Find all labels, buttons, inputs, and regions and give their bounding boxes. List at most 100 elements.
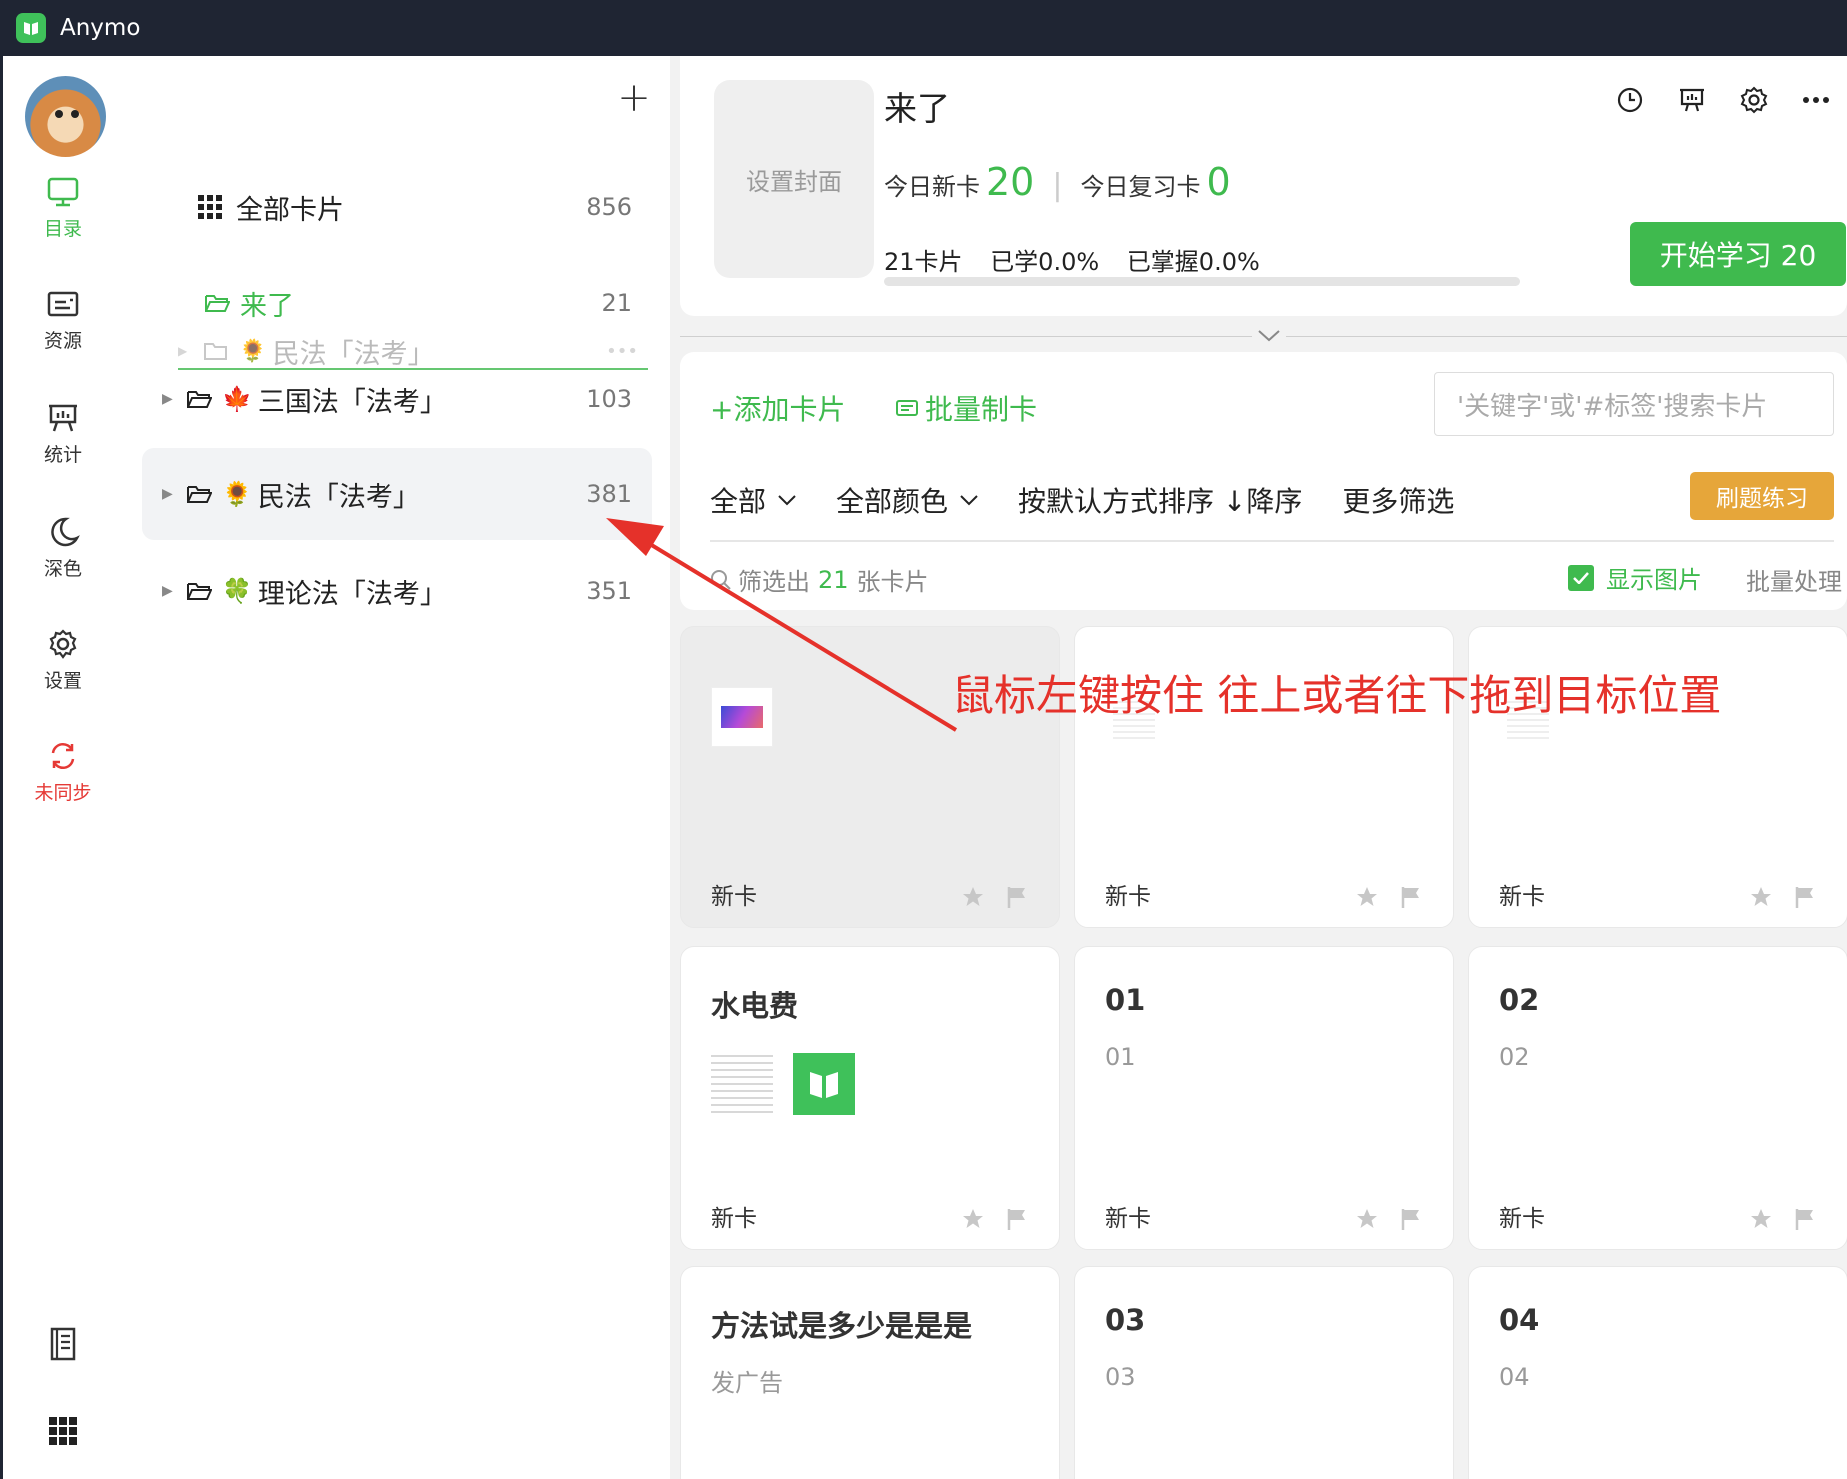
checkbox-checked-icon — [1568, 564, 1594, 591]
caret-right-icon[interactable]: ▶ — [142, 583, 173, 599]
collapse-toggle[interactable] — [1252, 324, 1286, 348]
card-stack-icon — [896, 400, 918, 416]
resource-card-icon — [47, 291, 79, 317]
more-dots-icon — [1803, 97, 1829, 103]
rail-label-settings: 设置 — [43, 670, 82, 692]
rail-item-sync[interactable]: 未同步 — [3, 740, 123, 805]
folder-icon — [186, 483, 212, 505]
plus-icon: + — [710, 393, 734, 426]
rail-item-notebook[interactable] — [3, 1326, 123, 1368]
star-icon[interactable] — [961, 1207, 985, 1231]
rail-item-apps[interactable] — [3, 1414, 123, 1454]
notebook-icon — [50, 1327, 76, 1361]
stats-button[interactable] — [1661, 78, 1723, 122]
folder-item-selected[interactable]: ▶ 🌻 民法「法考」 381 — [142, 448, 652, 540]
new-today-count: 20 — [986, 160, 1035, 204]
filter-row: 全部 全部颜色 按默认方式排序 ↓降序 更多筛选 — [710, 480, 1494, 520]
folder-label: 来了 — [240, 290, 294, 322]
card-item[interactable]: 04 04 — [1468, 1266, 1847, 1479]
search-input[interactable]: '关键字'或'#标签'搜索卡片 — [1434, 372, 1834, 436]
title-bar: Anymo — [0, 0, 1847, 56]
avatar[interactable] — [25, 76, 106, 157]
more-filters-label: 更多筛选 — [1342, 485, 1455, 518]
set-cover-button[interactable]: 设置封面 — [714, 80, 874, 278]
add-folder-button[interactable]: + — [614, 78, 654, 120]
app-title: Anymo — [60, 15, 141, 41]
add-card-button[interactable]: +添加卡片 — [710, 388, 845, 428]
batch-create-button[interactable]: 批量制卡 — [895, 388, 1037, 428]
card-title: 水电费 — [711, 989, 799, 1023]
caret-right-icon[interactable]: ▶ — [142, 391, 173, 407]
more-button[interactable] — [1785, 78, 1847, 122]
rail-item-catalog[interactable]: 目录 — [3, 176, 123, 241]
show-images-toggle[interactable]: 显示图片 — [1568, 560, 1702, 595]
card-title: 03 — [1105, 1303, 1146, 1337]
card-item[interactable]: 03 03 — [1074, 1266, 1454, 1479]
caret-right-icon[interactable]: ▶ — [142, 486, 173, 502]
card-title: 01 — [1105, 983, 1146, 1017]
search-icon — [711, 569, 731, 590]
start-learning-button[interactable]: 开始学习 20 — [1630, 222, 1846, 286]
practice-button[interactable]: 刷题练习 — [1690, 472, 1834, 520]
review-today-count: 0 — [1206, 160, 1231, 204]
folder-all-cards[interactable]: 全部卡片 856 — [142, 164, 652, 250]
folder-emoji: 🌻 — [222, 480, 252, 508]
rail-label-resources: 资源 — [43, 330, 82, 352]
folder-item[interactable]: ▶ 🍁 三国法「法考」 103 — [142, 356, 652, 442]
filter-color-label: 全部颜色 — [836, 485, 949, 518]
history-button[interactable] — [1599, 78, 1661, 122]
folder-item[interactable]: ▶ 🍀 理论法「法考」 351 — [142, 548, 652, 634]
flag-icon[interactable] — [1793, 1207, 1817, 1231]
card-actions — [1355, 1207, 1423, 1231]
rail-item-settings[interactable]: 设置 — [3, 628, 123, 693]
progress-summary: 21卡片 已学0.0% 已掌握0.0% — [884, 242, 1280, 277]
folder-panel: + 全部卡片 856 来了 21 ▶ 🌻 民法「法考」 ••• ▶ 🍁 三国法「… — [126, 56, 670, 1479]
rail-item-dark-mode[interactable]: 深色 — [3, 516, 123, 581]
add-card-label: 添加卡片 — [733, 393, 846, 426]
settings-button[interactable] — [1723, 78, 1785, 122]
progress-bar — [884, 277, 1520, 286]
rail-item-stats[interactable]: 统计 — [3, 402, 123, 467]
app-logo-icon — [793, 1053, 855, 1115]
deck-header: 设置封面 来了 今日新卡 20 | 今日复习卡 0 21卡片 已学0.0% 已掌… — [680, 56, 1847, 316]
star-icon[interactable] — [1355, 1207, 1379, 1231]
star-icon[interactable] — [1355, 885, 1379, 909]
flag-icon[interactable] — [1399, 1207, 1423, 1231]
sort-dropdown[interactable]: 按默认方式排序 ↓降序 — [1018, 480, 1302, 520]
card-item[interactable]: 方法试是多少是是是 发广告 — [680, 1266, 1060, 1479]
card-item[interactable]: 02 02 新卡 — [1468, 946, 1847, 1250]
batch-process-button[interactable]: 批量处理 — [1746, 562, 1842, 597]
review-today-label: 今日复习卡 — [1080, 173, 1201, 201]
more-filters-button[interactable]: 更多筛选 — [1342, 480, 1454, 520]
flag-icon[interactable] — [1399, 885, 1423, 909]
star-icon[interactable] — [1749, 1207, 1773, 1231]
card-image-thumbnail — [711, 687, 773, 747]
card-item[interactable]: 水电费 新卡 — [680, 946, 1060, 1250]
rail-label-catalog: 目录 — [43, 218, 82, 240]
folder-count: 856 — [586, 193, 632, 221]
star-icon[interactable] — [1749, 885, 1773, 909]
flag-icon[interactable] — [1005, 1207, 1029, 1231]
folder-icon — [186, 388, 212, 410]
folder-emoji: 🍀 — [222, 577, 252, 605]
flag-icon[interactable] — [1793, 885, 1817, 909]
card-subtitle: 02 — [1499, 1043, 1530, 1071]
card-actions — [1355, 885, 1423, 909]
card-item[interactable]: 01 01 新卡 — [1074, 946, 1454, 1250]
card-subtitle: 发广告 — [711, 1369, 783, 1397]
flag-icon[interactable] — [1005, 885, 1029, 909]
card-status: 新卡 — [711, 884, 757, 910]
deck-toolbar — [1599, 78, 1847, 122]
card-actions — [1749, 885, 1817, 909]
learned-percent: 已学0.0% — [990, 248, 1100, 276]
rail-item-resources[interactable]: 资源 — [3, 290, 123, 353]
sort-label: 按默认方式排序 ↓降序 — [1018, 485, 1303, 518]
filter-all-label: 全部 — [710, 485, 767, 518]
star-icon[interactable] — [961, 885, 985, 909]
card-subtitle: 04 — [1499, 1363, 1530, 1391]
rail-label-sync: 未同步 — [34, 782, 92, 804]
filter-color-dropdown[interactable]: 全部颜色 — [836, 480, 978, 520]
sync-icon — [51, 743, 75, 769]
filter-result: 筛选出 21 张卡片 — [710, 562, 929, 597]
filter-all-dropdown[interactable]: 全部 — [710, 480, 796, 520]
